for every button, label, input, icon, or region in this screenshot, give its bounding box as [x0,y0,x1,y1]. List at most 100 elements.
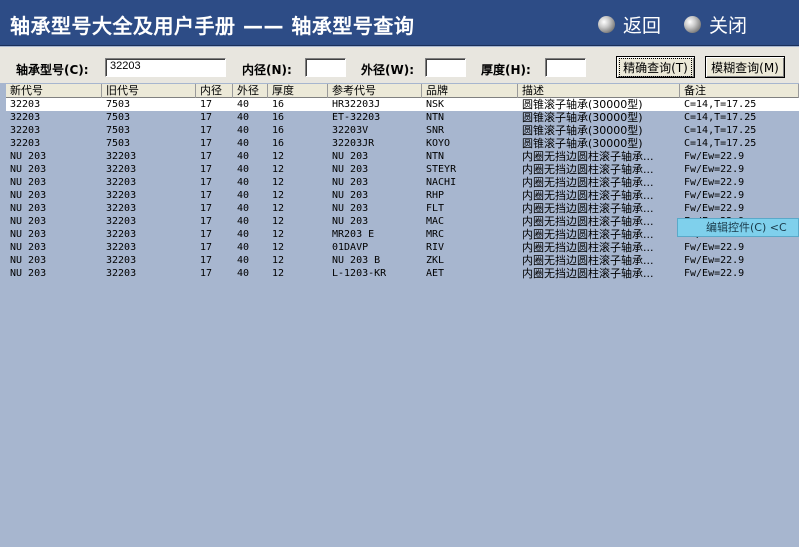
inner-diameter-label: 内径(N): [242,63,292,77]
col-ref-code-cell: 32203V [332,125,369,136]
col-inner-dia-cell: 17 [200,177,213,188]
col-old-code-cell: 32203 [106,164,137,175]
back-button[interactable]: 返回 [598,12,662,37]
col-new-code-cell: 32203 [10,99,41,110]
col-remark-cell: C=14,T=17.25 [684,125,757,136]
col-inner-dia-cell: 17 [200,255,213,266]
col-brand-cell: RHP [426,190,445,201]
col-outer-dia-cell: 40 [237,151,250,162]
col-outer-dia-cell: 40 [237,138,250,149]
col-ref-code-header[interactable]: 参考代号 [328,84,422,98]
edit-control-popup[interactable]: 编辑控件(C) <C [677,218,799,237]
col-thickness-cell: 12 [272,255,285,266]
col-brand-cell: MAC [426,216,445,227]
col-outer-dia-cell: 40 [237,99,250,110]
col-brand-cell: NTN [426,112,445,123]
col-thickness-cell: 12 [272,151,285,162]
col-brand-cell: STEYR [426,164,457,175]
col-new-code-cell: 32203 [10,138,41,149]
col-new-code-header[interactable]: 新代号 [6,84,102,98]
table-row[interactable]: NU 203 32203 17 40 12 NU 203 STEYR 内圈无挡边圆柱滚子轴承.… [6,163,799,176]
table-row[interactable]: NU 203 32203 17 40 12 NU 203 NACHI 内圈无挡边圆柱滚子轴承.… [6,176,799,189]
col-new-code-cell: NU 203 [10,242,47,253]
col-remark-cell: Fw/Ew=22.9 [684,268,745,279]
exact-search-label: 精确查询(T) [619,57,692,77]
model-label: 轴承型号(C): [16,63,89,77]
col-thickness-cell: 12 [272,229,285,240]
col-outer-dia-cell: 40 [237,255,250,266]
col-description-cell: 内圈无挡边圆柱滚子轴承... [522,241,654,254]
col-brand-cell: ZKL [426,255,445,266]
col-remark-cell: Fw/Ew=22.9 [684,242,745,253]
model-input[interactable]: 32203 [105,58,226,77]
col-description-header[interactable]: 描述 [518,84,680,98]
col-brand-cell: FLT [426,203,445,214]
outer-diameter-input[interactable] [425,58,466,77]
table-row[interactable]: 32203 7503 17 40 16 ET-32203 NTN 圆锥滚子轴承(30000型)… [6,111,799,124]
col-new-code-cell: 32203 [10,125,41,136]
col-inner-dia-cell: 17 [200,112,213,123]
table-row[interactable]: NU 203 32203 17 40 12 L-1203-KR AET 内圈无挡边圆柱滚子轴承… [6,267,799,280]
table-row[interactable]: NU 203 32203 17 40 12 NU 203 NTN 内圈无挡边圆柱滚子轴承...… [6,150,799,163]
table-row[interactable]: 32203 7503 17 40 16 32203V SNR 圆锥滚子轴承(30000型) C=… [6,124,799,137]
col-remark-cell: C=14,T=17.25 [684,112,757,123]
col-inner-dia-cell: 17 [200,203,213,214]
col-brand-cell: NTN [426,151,445,162]
back-orb-icon [598,15,615,33]
inner-diameter-input[interactable] [305,58,346,77]
col-remark-cell: Fw/Ew=22.9 [684,177,745,188]
col-old-code-cell: 7503 [106,125,131,136]
col-description-cell: 圆锥滚子轴承(30000型) [522,137,643,150]
col-thickness-header[interactable]: 厚度 [268,84,328,98]
col-inner-dia-header[interactable]: 内径 [196,84,233,98]
col-brand-cell: MRC [426,229,445,240]
col-ref-code-cell: 01DAVP [332,242,369,253]
col-description-cell: 内圈无挡边圆柱滚子轴承... [522,215,654,228]
thickness-label: 厚度(H): [481,63,531,77]
col-remark-cell: Fw/Ew=22.9 [684,255,745,266]
col-brand-cell: SNR [426,125,445,136]
col-thickness-cell: 16 [272,112,285,123]
col-remark-header[interactable]: 备注 [680,84,799,98]
col-thickness-cell: 12 [272,177,285,188]
col-thickness-cell: 16 [272,138,285,149]
col-old-code-cell: 32203 [106,242,137,253]
back-button-label: 返回 [623,14,662,37]
table-row[interactable]: NU 203 32203 17 40 12 NU 203 RHP 内圈无挡边圆柱滚子轴承...… [6,189,799,202]
col-ref-code-cell: NU 203 [332,177,369,188]
table-row[interactable]: 32203 7503 17 40 16 HR32203J NSK 圆锥滚子轴承(30000型)… [6,98,799,111]
col-thickness-cell: 16 [272,125,285,136]
table-row[interactable]: NU 203 32203 17 40 12 NU 203 FLT 内圈无挡边圆柱滚子轴承...… [6,202,799,215]
col-old-code-cell: 32203 [106,268,137,279]
outer-diameter-label: 外径(W): [361,63,415,77]
col-remark-cell: Fw/Ew=22.9 [684,203,745,214]
col-inner-dia-cell: 17 [200,125,213,136]
col-outer-dia-cell: 40 [237,177,250,188]
col-brand-cell: KOYO [426,138,451,149]
fuzzy-search-button[interactable]: 模糊查询(M) [705,56,785,78]
col-inner-dia-cell: 17 [200,216,213,227]
col-brand-header[interactable]: 品牌 [422,84,518,98]
col-outer-dia-header[interactable]: 外径 [233,84,268,98]
table-row[interactable]: NU 203 32203 17 40 12 NU 203 B ZKL 内圈无挡边圆柱滚子轴承.… [6,254,799,267]
col-outer-dia-cell: 40 [237,125,250,136]
col-remark-cell: Fw/Ew=22.9 [684,151,745,162]
thickness-input[interactable] [545,58,586,77]
col-old-code-header[interactable]: 旧代号 [102,84,196,98]
exact-search-button[interactable]: 精确查询(T) [616,56,695,78]
close-button[interactable]: 关闭 [684,12,747,37]
col-outer-dia-cell: 40 [237,268,250,279]
table-row[interactable]: NU 203 32203 17 40 12 01DAVP RIV 内圈无挡边圆柱滚子轴承...… [6,241,799,254]
col-thickness-cell: 12 [272,242,285,253]
col-ref-code-cell: 32203JR [332,138,375,149]
col-old-code-cell: 32203 [106,229,137,240]
table-row[interactable]: 32203 7503 17 40 16 32203JR KOYO 圆锥滚子轴承(30000型)… [6,137,799,150]
col-description-cell: 内圈无挡边圆柱滚子轴承... [522,228,654,241]
col-old-code-cell: 32203 [106,203,137,214]
col-description-cell: 内圈无挡边圆柱滚子轴承... [522,150,654,163]
col-new-code-cell: NU 203 [10,177,47,188]
col-brand-cell: NACHI [426,177,457,188]
close-orb-icon [684,15,701,33]
results-grid[interactable]: 新代号 旧代号 内径 外径 厚度 参考代号 品牌 描述 备注 32203 7503 17 40 16 HR… [6,84,799,547]
col-old-code-cell: 7503 [106,99,131,110]
